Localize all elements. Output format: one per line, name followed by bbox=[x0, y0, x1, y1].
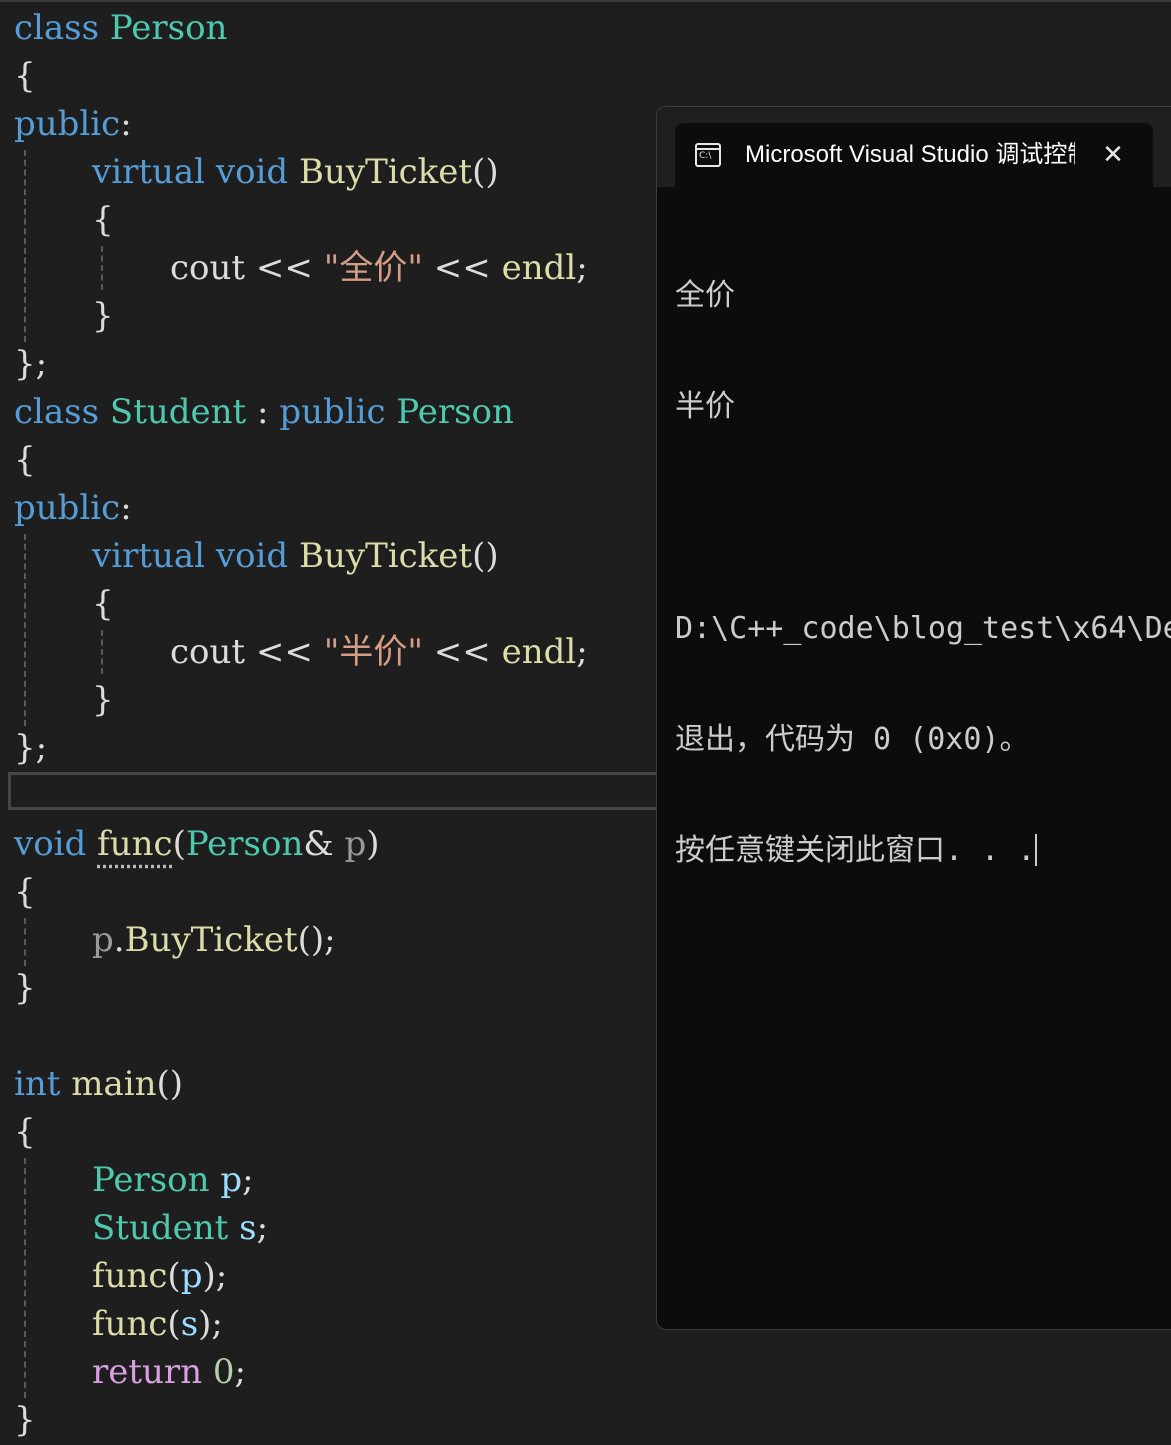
close-icon[interactable]: ✕ bbox=[1095, 137, 1131, 173]
indent-guide bbox=[101, 246, 103, 290]
code-line: { bbox=[92, 200, 114, 240]
console-line: 退出，代码为 0 (0x0)。 bbox=[675, 722, 1030, 757]
code-line: { bbox=[14, 56, 36, 96]
console-output: 全价 半价 D:\C++_code\blog_test\x64\Debug\bl… bbox=[675, 203, 1171, 943]
terminal-icon: C:\ bbox=[695, 143, 721, 167]
code-line: } bbox=[92, 296, 114, 336]
code-line: public: bbox=[14, 488, 132, 528]
console-line: D:\C++_code\blog_test\x64\Debug\blog_tes… bbox=[675, 611, 1171, 646]
console-line: 全价 bbox=[675, 278, 735, 313]
code-line: class Person bbox=[14, 8, 228, 48]
code-line: virtual void BuyTicket() bbox=[92, 536, 499, 576]
code-line: func(s); bbox=[92, 1304, 223, 1344]
code-line: } bbox=[92, 680, 114, 720]
code-line: void func(Person& p) bbox=[14, 824, 380, 864]
indent-guide bbox=[24, 918, 26, 966]
debug-console-window[interactable]: C:\ Microsoft Visual Studio 调试控制台 ✕ 全价 半… bbox=[656, 106, 1171, 1330]
code-line: Person p; bbox=[92, 1160, 254, 1200]
code-line: virtual void BuyTicket() bbox=[92, 152, 499, 192]
indent-guide bbox=[101, 630, 103, 674]
console-tab[interactable]: C:\ Microsoft Visual Studio 调试控制台 ✕ bbox=[675, 123, 1153, 187]
code-line: { bbox=[14, 1112, 36, 1152]
code-line: { bbox=[14, 872, 36, 912]
code-line: }; bbox=[14, 344, 48, 384]
code-line: { bbox=[92, 584, 114, 624]
code-line: func(p); bbox=[92, 1256, 228, 1296]
console-title-bar[interactable]: C:\ Microsoft Visual Studio 调试控制台 ✕ bbox=[657, 107, 1171, 187]
console-line: 半价 bbox=[675, 389, 735, 424]
console-tab-title: Microsoft Visual Studio 调试控制台 bbox=[745, 141, 1075, 168]
code-line: { bbox=[14, 440, 36, 480]
code-line: return 0; bbox=[92, 1352, 247, 1392]
code-line: Student s; bbox=[92, 1208, 269, 1248]
code-line: int main() bbox=[14, 1064, 184, 1104]
code-line: } bbox=[14, 1400, 36, 1440]
console-prompt-text: 按任意键关闭此窗口. . . bbox=[675, 833, 1036, 868]
console-line: 按任意键关闭此窗口. . . bbox=[675, 832, 1171, 869]
code-line: }; bbox=[14, 728, 48, 768]
code-line: public: bbox=[14, 104, 132, 144]
code-line: p.BuyTicket(); bbox=[92, 920, 336, 960]
indent-guide bbox=[24, 534, 26, 726]
code-line: cout << "半价" << endl; bbox=[170, 632, 588, 672]
code-line: cout << "全价" << endl; bbox=[170, 248, 588, 288]
text-cursor bbox=[1035, 834, 1038, 866]
current-line-highlight bbox=[8, 772, 668, 810]
code-line: } bbox=[14, 968, 36, 1008]
code-line: class Student : public Person bbox=[14, 392, 514, 432]
indent-guide bbox=[24, 1158, 26, 1398]
indent-guide bbox=[24, 150, 26, 342]
